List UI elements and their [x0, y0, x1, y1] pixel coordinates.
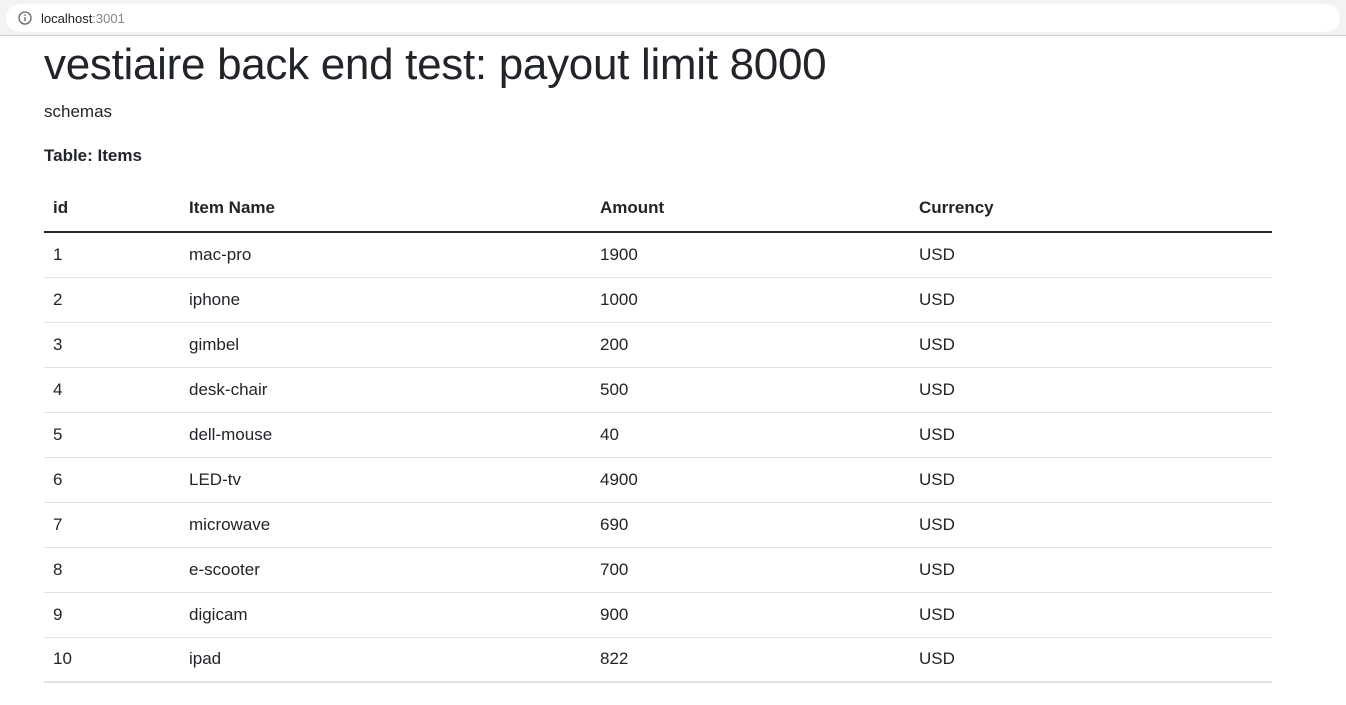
- cell-currency: USD: [910, 232, 1272, 278]
- cell-item-name: LED-tv: [180, 457, 591, 503]
- cell-amount: 690: [591, 502, 910, 548]
- table-row: 5 dell-mouse 40 USD: [44, 412, 1272, 458]
- cell-currency: USD: [910, 367, 1272, 413]
- cell-item-name: mac-pro: [180, 232, 591, 278]
- cell-id: 6: [44, 457, 180, 503]
- table-row: 6 LED-tv 4900 USD: [44, 457, 1272, 503]
- cell-item-name: gimbel: [180, 322, 591, 368]
- cell-item-name: microwave: [180, 502, 591, 548]
- cell-item-name: digicam: [180, 592, 591, 638]
- cell-item-name: desk-chair: [180, 367, 591, 413]
- cell-item-name: iphone: [180, 277, 591, 323]
- cell-currency: USD: [910, 637, 1272, 683]
- cell-item-name: ipad: [180, 637, 591, 683]
- page-title: vestiaire back end test: payout limit 80…: [44, 40, 827, 89]
- cell-id: 2: [44, 277, 180, 323]
- url-port: :3001: [92, 10, 125, 26]
- cell-item-name: dell-mouse: [180, 412, 591, 458]
- table-caption: Table: Items: [44, 146, 142, 165]
- cell-currency: USD: [910, 322, 1272, 368]
- table-row: 9 digicam 900 USD: [44, 592, 1272, 638]
- cell-id: 1: [44, 232, 180, 278]
- cell-currency: USD: [910, 547, 1272, 593]
- cell-amount: 1000: [591, 277, 910, 323]
- cell-id: 3: [44, 322, 180, 368]
- cell-amount: 200: [591, 322, 910, 368]
- column-header-amount: Amount: [591, 185, 910, 233]
- cell-amount: 900: [591, 592, 910, 638]
- cell-amount: 1900: [591, 232, 910, 278]
- column-header-currency: Currency: [910, 185, 1272, 233]
- table-row: 1 mac-pro 1900 USD: [44, 232, 1272, 278]
- table-row: 8 e-scooter 700 USD: [44, 547, 1272, 593]
- cell-id: 10: [44, 637, 180, 683]
- cell-amount: 4900: [591, 457, 910, 503]
- table-row: 3 gimbel 200 USD: [44, 322, 1272, 368]
- items-table: id Item Name Amount Currency 1 mac-pro 1…: [44, 185, 1272, 683]
- page-subtitle: schemas: [44, 102, 113, 121]
- cell-id: 5: [44, 412, 180, 458]
- table-row: 7 microwave 690 USD: [44, 502, 1272, 548]
- table-row: 2 iphone 1000 USD: [44, 277, 1272, 323]
- cell-id: 4: [44, 367, 180, 413]
- cell-id: 9: [44, 592, 180, 638]
- url-text[interactable]: localhost:3001: [41, 11, 125, 26]
- cell-item-name: e-scooter: [180, 547, 591, 593]
- cell-currency: USD: [910, 457, 1272, 503]
- url-host: localhost: [41, 10, 93, 26]
- cell-currency: USD: [910, 502, 1272, 548]
- browser-toolbar: localhost:3001: [0, 0, 1346, 36]
- cell-id: 8: [44, 547, 180, 593]
- table-row: 10 ipad 822 USD: [44, 637, 1272, 683]
- cell-id: 7: [44, 502, 180, 548]
- column-header-item-name: Item Name: [180, 185, 591, 233]
- cell-amount: 700: [591, 547, 910, 593]
- column-header-id: id: [44, 185, 180, 233]
- table-row: 4 desk-chair 500 USD: [44, 367, 1272, 413]
- cell-currency: USD: [910, 592, 1272, 638]
- address-bar[interactable]: localhost:3001: [6, 4, 1340, 32]
- cell-amount: 40: [591, 412, 910, 458]
- cell-currency: USD: [910, 277, 1272, 323]
- cell-currency: USD: [910, 412, 1272, 458]
- cell-amount: 822: [591, 637, 910, 683]
- table-header-row: id Item Name Amount Currency: [44, 185, 1272, 233]
- cell-amount: 500: [591, 367, 910, 413]
- info-icon[interactable]: [18, 11, 32, 25]
